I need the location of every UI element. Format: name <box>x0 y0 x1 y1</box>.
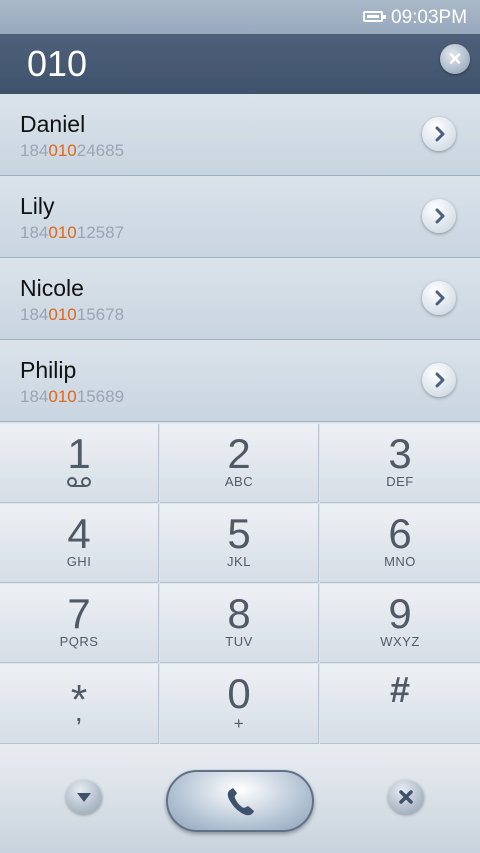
key-letters: WXYZ <box>380 634 420 649</box>
key-digit: # <box>389 669 411 710</box>
contact-details-button[interactable] <box>422 199 456 233</box>
key-letters: TUV <box>225 634 253 649</box>
contact-number: 18401024685 <box>20 141 125 160</box>
phone-icon <box>227 788 254 816</box>
contact-list: Daniel 18401024685 Lily 18401012587 Nico… <box>0 94 480 424</box>
status-time: 09:03PM <box>391 7 468 28</box>
backspace-button[interactable] <box>388 780 424 814</box>
key-digit: 1 <box>67 430 91 477</box>
key-6[interactable]: 6 MNO <box>320 504 480 583</box>
key-digit: 8 <box>227 590 251 637</box>
key-9[interactable]: 9 WXYZ <box>320 584 480 663</box>
key-digit: 0 <box>227 670 251 717</box>
backspace-icon <box>399 790 413 804</box>
key-digit: 9 <box>388 590 412 637</box>
key-hash[interactable]: # <box>320 664 480 744</box>
key-letters: + <box>233 714 245 733</box>
number-match-highlight: 010 <box>48 305 77 324</box>
key-letters: ABC <box>224 474 254 489</box>
contact-name: Philip <box>20 357 77 383</box>
key-star[interactable]: * , <box>0 664 159 744</box>
battery-icon <box>363 11 386 22</box>
key-letters: , <box>75 704 83 726</box>
key-8[interactable]: 8 TUV <box>160 584 319 663</box>
chevron-right-icon <box>435 208 445 224</box>
number-match-highlight: 010 <box>48 141 77 160</box>
key-letters: JKL <box>227 554 251 569</box>
contact-name: Daniel <box>20 111 86 137</box>
key-digit: 3 <box>388 430 412 477</box>
chevron-right-icon <box>435 126 445 142</box>
key-letters: DEF <box>386 474 414 489</box>
contact-number: 18401015678 <box>20 305 125 324</box>
search-header: 010 <box>0 34 480 128</box>
key-2[interactable]: 2 ABC <box>160 424 319 503</box>
key-5[interactable]: 5 JKL <box>160 504 319 583</box>
key-digit: 6 <box>388 510 412 557</box>
key-digit: 2 <box>227 430 251 477</box>
chevron-right-icon <box>435 290 445 306</box>
dial-keypad: 1 2 ABC 3 DEF 4 GHI 5 JKL 6 MNO 7 PQRS 8… <box>0 424 480 744</box>
number-match-highlight: 010 <box>48 387 77 406</box>
contact-details-button[interactable] <box>422 281 456 315</box>
hide-keypad-icon <box>77 793 91 802</box>
contact-name: Nicole <box>20 275 84 301</box>
dialer-action-bar <box>0 744 480 853</box>
contact-row[interactable]: Nicole 18401015678 <box>0 258 480 340</box>
contact-number: 18401012587 <box>20 223 125 242</box>
number-match-highlight: 010 <box>48 223 77 242</box>
key-7[interactable]: 7 PQRS <box>0 584 159 663</box>
chevron-right-icon <box>435 372 445 388</box>
contact-number: 18401015689 <box>20 387 125 406</box>
key-letters: PQRS <box>59 634 99 649</box>
close-icon: × <box>448 46 462 71</box>
call-button[interactable] <box>166 770 314 832</box>
contact-row[interactable]: Philip 18401015689 <box>0 340 480 422</box>
key-letters: MNO <box>384 554 416 569</box>
dial-input[interactable]: 010 <box>27 43 87 85</box>
contact-name: Lily <box>20 193 55 219</box>
key-digit: 7 <box>67 590 91 637</box>
key-digit: 5 <box>227 510 251 557</box>
contact-details-button[interactable] <box>422 363 456 397</box>
status-bar: 09:03PM <box>0 0 480 34</box>
key-digit: 4 <box>67 510 91 557</box>
contact-row[interactable]: Lily 18401012587 <box>0 176 480 258</box>
key-letters: GHI <box>66 554 92 569</box>
key-4[interactable]: 4 GHI <box>0 504 159 583</box>
contact-row[interactable]: Daniel 18401024685 <box>0 94 480 176</box>
clear-button[interactable]: × <box>440 44 470 74</box>
key-0[interactable]: 0 + <box>160 664 319 744</box>
hide-keypad-button[interactable] <box>66 780 102 814</box>
contact-details-button[interactable] <box>422 117 456 151</box>
key-1[interactable]: 1 <box>0 424 159 503</box>
voicemail-icon <box>67 477 91 487</box>
key-3[interactable]: 3 DEF <box>320 424 480 503</box>
